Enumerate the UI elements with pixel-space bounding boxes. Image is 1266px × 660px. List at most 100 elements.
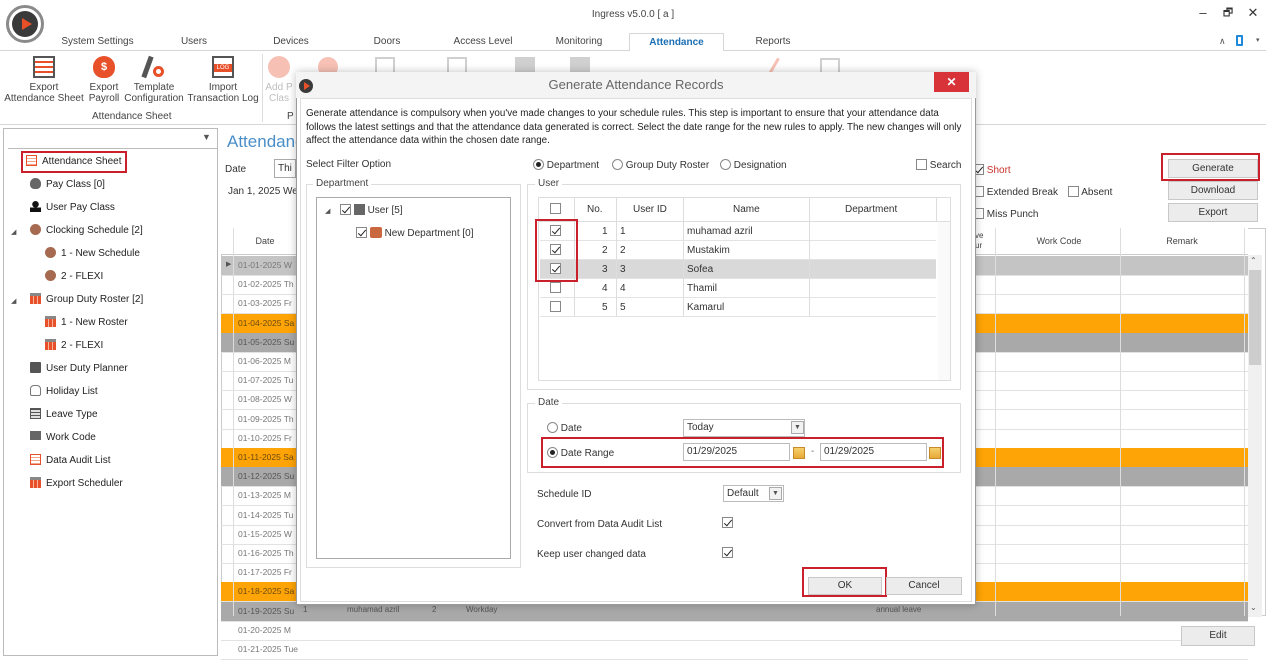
tab-devices[interactable]: Devices [265,33,317,51]
sidebar-item-flexi-roster[interactable]: 2 - FLEXI [45,337,103,355]
tab-reports[interactable]: Reports [748,33,798,51]
column-header-date[interactable]: Date [233,236,297,246]
absent-filter[interactable]: Absent [1068,186,1112,198]
checkbox[interactable] [356,227,367,238]
checkbox[interactable] [722,517,733,528]
checkbox[interactable] [550,282,561,293]
column-header-leave-hour[interactable]: ve ur [975,231,983,251]
sidebar-item-flexi-schedule[interactable]: 2 - FLEXI [45,268,103,286]
sidebar-item-label: Export Scheduler [46,478,123,489]
scroll-up-icon[interactable]: ⌃ [1250,256,1257,265]
user-row[interactable]: 1 1 muhamad azril [540,222,936,241]
minimize-button[interactable]: – [1193,4,1213,22]
column-header-department[interactable]: Department [845,204,897,215]
date-option-radio[interactable]: Date [547,422,582,434]
user-row[interactable]: 5 5 Kamarul [540,298,936,317]
search-checkbox[interactable]: Search [916,159,961,171]
radio-button[interactable] [533,159,544,170]
absent-checkbox[interactable] [1068,186,1079,197]
pin-icon[interactable]: ▼ [202,132,211,142]
convert-checkbox[interactable] [722,517,733,529]
expand-arrow-icon[interactable]: ◢ [325,207,330,215]
keep-user-changed-checkbox[interactable] [722,547,733,559]
office-icon[interactable] [1236,35,1243,46]
extended-break-filter[interactable]: Extended Break [973,186,1058,198]
dropdown-arrow-icon[interactable]: ▾ [1256,36,1260,44]
sidebar-item-work-code[interactable]: Work Code [30,429,96,447]
grid-row[interactable]: 01-21-2025 Tue [221,640,1248,660]
column-header-work-code[interactable]: Work Code [1000,236,1118,246]
tree-node-new-department[interactable]: New Department [0] [356,227,474,239]
sidebar-item-export-scheduler[interactable]: Export Scheduler [30,475,123,493]
sidebar-item-attendance-sheet[interactable]: Attendance Sheet [21,151,127,173]
radio-button[interactable] [547,422,558,433]
tree-node-user[interactable]: User [5] [340,204,403,216]
user-name: Sofea [687,264,714,275]
grid-scrollbar-thumb[interactable] [1249,270,1261,365]
template-configuration-button[interactable]: Template Configuration [123,55,185,104]
tab-doors[interactable]: Doors [365,33,409,51]
cancel-button[interactable]: Cancel [886,577,962,595]
miss-punch-filter[interactable]: Miss Punch [973,208,1038,220]
short-label: Short [986,165,1011,176]
user-row[interactable]: 4 4 Thamil [540,279,936,298]
export-attendance-sheet-button[interactable]: Export Attendance Sheet [4,56,84,104]
user-no: 3 [602,264,608,275]
column-header-user-id[interactable]: User ID [633,204,667,215]
checkbox[interactable] [340,204,351,215]
filter-department-radio[interactable]: Department [533,159,599,171]
import-transaction-log-button[interactable]: LOG Import Transaction Log [187,56,259,104]
ribbon-group-label: Attendance Sheet [92,111,172,122]
tab-system-settings[interactable]: System Settings [55,33,140,51]
download-button[interactable]: Download [1168,181,1258,200]
column-header-name[interactable]: Name [733,204,760,215]
tab-attendance[interactable]: Attendance [629,33,724,52]
add-pay-class-button[interactable]: Add P Clas [264,56,294,104]
ribbon-divider [262,54,263,122]
chevron-down-icon[interactable]: ▼ [769,487,782,500]
select-all-checkbox[interactable] [550,203,561,215]
radio-button[interactable] [612,159,623,170]
sidebar-item-new-roster[interactable]: 1 - New Roster [45,314,128,332]
edit-button[interactable]: Edit [1181,626,1255,646]
tab-access-level[interactable]: Access Level [449,33,517,51]
sidebar-item-group-duty-roster[interactable]: Group Duty Roster [2] [30,291,143,309]
close-button[interactable]: ✕ [1243,4,1263,22]
sidebar-item-leave-type[interactable]: Leave Type [30,406,98,424]
checkbox[interactable] [550,301,561,312]
sidebar-item-user-duty-planner[interactable]: User Duty Planner [30,360,128,378]
expand-arrow-icon[interactable]: ◢ [11,228,16,236]
sidebar-item-new-schedule[interactable]: 1 - New Schedule [45,245,140,263]
radio-button[interactable] [720,159,731,170]
filter-designation-radio[interactable]: Designation [720,159,787,171]
date-period-select[interactable]: Thi [274,159,296,178]
scroll-down-icon[interactable]: ⌄ [1250,603,1257,612]
expand-arrow-icon[interactable]: ◢ [11,297,16,305]
sidebar-item-clocking-schedule[interactable]: Clocking Schedule [2] [30,222,143,240]
sidebar-item-data-audit-list[interactable]: Data Audit List [30,452,110,470]
grid-row[interactable]: 01-20-2025 M [221,621,1248,641]
export-payroll-button[interactable]: $ Export Payroll [86,56,122,104]
column-header-no[interactable]: No. [587,204,603,215]
tab-users[interactable]: Users [170,33,218,51]
export-button[interactable]: Export [1168,203,1258,222]
dialog-close-button[interactable]: ✕ [934,72,969,92]
user-row[interactable]: 2 2 Mustakim [540,241,936,260]
checkbox[interactable] [550,203,561,214]
sidebar-item-holiday-list[interactable]: Holiday List [30,383,98,401]
tab-monitoring[interactable]: Monitoring [548,33,610,51]
sidebar-item-user-pay-class[interactable]: User Pay Class [30,199,115,217]
date-preset-select[interactable]: Today [683,419,805,437]
user-table-scrollbar[interactable] [938,222,950,380]
restore-button[interactable]: 🗗 [1218,4,1238,22]
short-filter[interactable]: Short [973,164,1011,176]
chevron-down-icon[interactable]: ▼ [791,421,804,434]
sidebar-item-pay-class[interactable]: Pay Class [0] [30,176,105,194]
filter-group-duty-roster-radio[interactable]: Group Duty Roster [612,159,709,171]
user-row[interactable]: 3 3 Sofea [540,260,936,279]
column-header-remark[interactable]: Remark [1122,236,1242,246]
grid-cell: muhamad azril [347,605,400,614]
checkbox[interactable] [916,159,927,170]
collapse-ribbon-icon[interactable]: ∧ [1219,36,1226,47]
checkbox[interactable] [722,547,733,558]
